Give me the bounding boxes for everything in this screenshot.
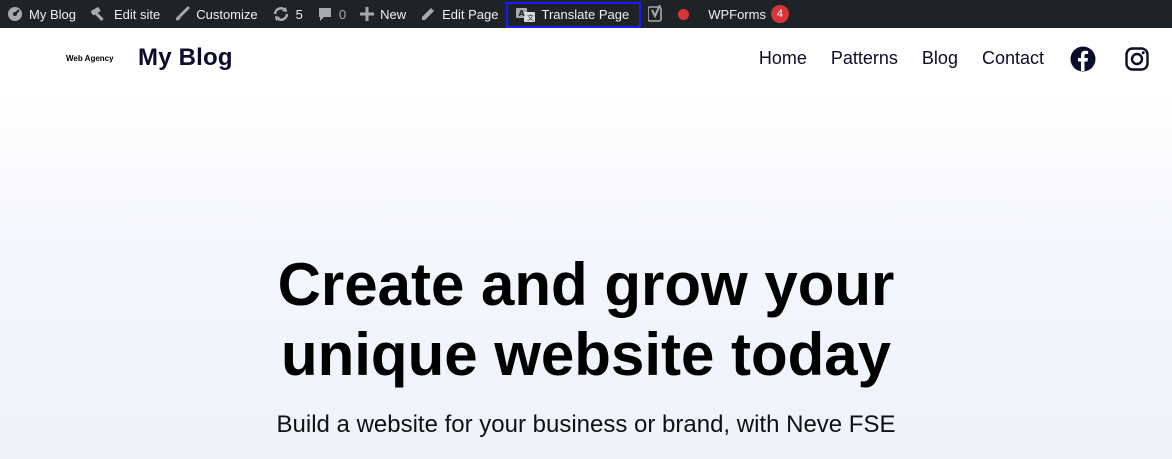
yoast-icon bbox=[648, 5, 664, 23]
translate-icon: A文 bbox=[515, 7, 536, 23]
admin-bar-comments[interactable]: 0 bbox=[310, 0, 353, 28]
admin-bar-wpforms[interactable]: WPForms 4 bbox=[696, 0, 796, 28]
comment-icon bbox=[317, 6, 333, 22]
hero-title: Create and grow your unique website toda… bbox=[0, 250, 1172, 390]
translate-page-label: Translate Page bbox=[541, 7, 630, 22]
nav-item-contact[interactable]: Contact bbox=[982, 48, 1044, 69]
updates-count: 5 bbox=[295, 6, 303, 22]
dashboard-icon bbox=[7, 6, 23, 22]
nav-item-home[interactable]: Home bbox=[759, 48, 807, 69]
pencil-icon bbox=[420, 6, 436, 22]
admin-bar-customize[interactable]: Customize bbox=[167, 0, 264, 28]
wp-admin-bar: My Blog Edit site Customize 5 0 New Edit… bbox=[0, 0, 1172, 28]
admin-bar-site-name[interactable]: My Blog bbox=[0, 0, 83, 28]
hero-title-line-1: Create and grow your bbox=[277, 251, 895, 318]
hero-subtitle: Build a website for your business or bra… bbox=[276, 411, 896, 438]
nav-item-blog[interactable]: Blog bbox=[922, 48, 958, 69]
admin-bar-translate-page[interactable]: A文 Translate Page bbox=[505, 1, 642, 28]
site-header: Web Agency My Blog Home Patterns Blog Co… bbox=[0, 28, 1172, 92]
instagram-icon[interactable] bbox=[1124, 46, 1150, 72]
comments-count: 0 bbox=[338, 6, 347, 22]
admin-bar-edit-site[interactable]: Edit site bbox=[83, 0, 167, 28]
svg-text:文: 文 bbox=[527, 13, 534, 22]
primary-navigation: Home Patterns Blog Contact bbox=[759, 48, 1044, 69]
brush-icon bbox=[174, 6, 190, 22]
admin-bar-edit-page[interactable]: Edit Page bbox=[413, 0, 505, 28]
site-logo[interactable]: Web Agency bbox=[66, 54, 114, 63]
facebook-icon[interactable] bbox=[1070, 46, 1096, 72]
edit-page-label: Edit Page bbox=[442, 6, 499, 22]
site-name-label: My Blog bbox=[29, 6, 76, 22]
site-title[interactable]: My Blog bbox=[138, 44, 233, 72]
wpforms-notification-badge: 4 bbox=[770, 5, 789, 23]
admin-bar-seo-status[interactable] bbox=[671, 0, 696, 28]
edit-site-label: Edit site bbox=[113, 6, 161, 22]
hero-title-line-2: unique website today bbox=[280, 321, 892, 388]
updates-icon bbox=[272, 6, 290, 22]
nav-item-patterns[interactable]: Patterns bbox=[831, 48, 898, 69]
plus-icon bbox=[360, 7, 375, 21]
customize-label: Customize bbox=[196, 6, 258, 22]
status-dot-icon bbox=[678, 8, 690, 20]
admin-bar-yoast[interactable] bbox=[641, 0, 671, 28]
admin-bar-new[interactable]: New bbox=[353, 0, 413, 28]
new-label: New bbox=[380, 6, 407, 22]
hammer-icon bbox=[90, 6, 108, 22]
admin-bar-updates[interactable]: 5 bbox=[265, 0, 310, 28]
wpforms-label: WPForms bbox=[708, 6, 766, 22]
svg-text:A: A bbox=[518, 9, 525, 18]
